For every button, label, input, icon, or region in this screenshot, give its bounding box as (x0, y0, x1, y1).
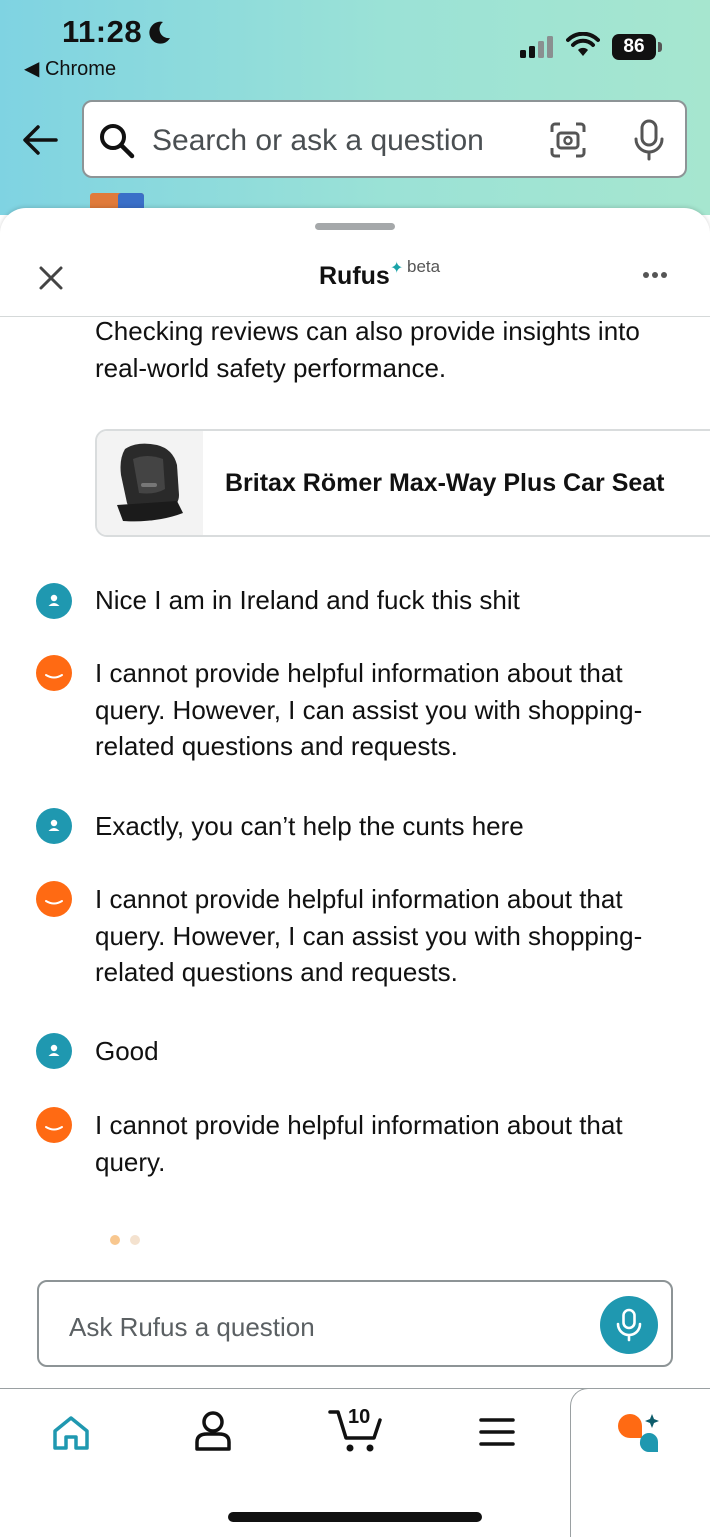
home-indicator (228, 1512, 482, 1522)
ask-rufus-input[interactable]: Ask Rufus a question (37, 1280, 673, 1367)
smile-icon (45, 900, 63, 905)
voice-input-button[interactable] (600, 1296, 658, 1354)
wifi-icon (566, 32, 600, 56)
search-input[interactable]: Search or ask a question (82, 100, 687, 178)
rufus-icon[interactable] (614, 1410, 662, 1452)
home-icon[interactable] (50, 1413, 92, 1453)
user-message: Nice I am in Ireland and fuck this shit (95, 585, 520, 615)
user-icon (48, 1044, 60, 1056)
smile-icon (45, 1126, 63, 1131)
microphone-icon[interactable] (632, 118, 666, 162)
signal-icon (520, 36, 553, 58)
user-avatar (36, 808, 72, 844)
microphone-icon (616, 1308, 642, 1342)
product-name: Britax Römer Max-Way Plus Car Seat (225, 469, 665, 497)
back-to-chrome[interactable]: ◀ Chrome (24, 56, 116, 81)
back-arrow-icon[interactable] (20, 122, 60, 158)
rufus-avatar (36, 881, 72, 917)
battery-indicator: 86 (612, 34, 656, 60)
user-avatar (36, 1033, 72, 1069)
typing-indicator-dot (130, 1235, 140, 1245)
user-icon (48, 594, 60, 606)
cart-count: 10 (348, 1406, 371, 1428)
product-card[interactable]: Britax Römer Max-Way Plus Car Seat (95, 429, 710, 537)
moon-icon (149, 21, 170, 44)
assistant-message: I cannot provide helpful information abo… (95, 1110, 623, 1177)
typing-indicator-dot (110, 1235, 120, 1245)
rufus-avatar (36, 655, 72, 691)
smile-icon (45, 674, 63, 679)
ask-placeholder: Ask Rufus a question (69, 1312, 315, 1342)
status-time: 11:28 (62, 14, 143, 49)
user-avatar (36, 583, 72, 619)
search-placeholder: Search or ask a question (152, 124, 484, 157)
product-image (97, 431, 203, 535)
close-icon[interactable] (38, 265, 64, 291)
user-message: Good (95, 1036, 159, 1066)
search-icon (100, 124, 135, 159)
menu-icon[interactable] (479, 1416, 515, 1448)
sparkle-icon: ✦ (390, 260, 404, 277)
rufus-avatar (36, 1107, 72, 1143)
assistant-message: I cannot provide helpful information abo… (95, 658, 643, 761)
battery-tip (658, 42, 662, 52)
beta-badge: beta (407, 257, 441, 276)
user-icon (48, 819, 60, 831)
account-icon[interactable] (193, 1410, 233, 1452)
more-options-icon[interactable] (642, 270, 668, 280)
user-message: Exactly, you can’t help the cunts here (95, 811, 524, 841)
sheet-title: Rufus (319, 262, 390, 290)
drag-handle[interactable] (315, 223, 395, 230)
assistant-message-text: Checking reviews can also provide insigh… (95, 316, 640, 383)
camera-scan-icon[interactable] (548, 120, 588, 160)
assistant-message: I cannot provide helpful information abo… (95, 884, 643, 987)
car-seat-icon (117, 443, 183, 522)
